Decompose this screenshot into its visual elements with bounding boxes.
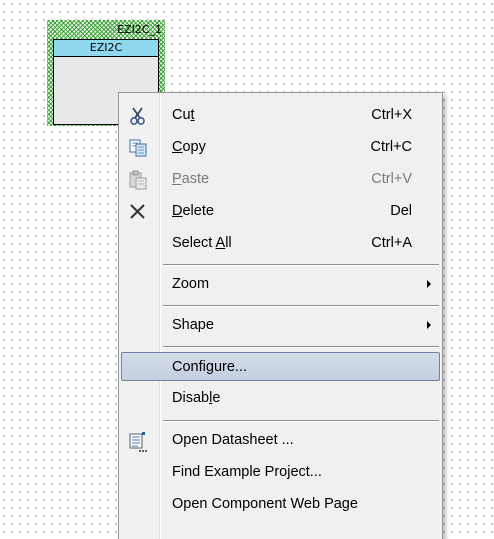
- menu-item-shortcut: Ctrl+V: [371, 171, 412, 187]
- menu-separator: [163, 420, 439, 422]
- menu-item-shortcut: Ctrl+A: [371, 235, 412, 251]
- component-title: EZI2C: [54, 40, 158, 57]
- menu-item-label: Configure...: [172, 359, 247, 375]
- menu-item-paste[interactable]: Paste Ctrl+V: [121, 165, 440, 194]
- submenu-arrow-icon: [427, 321, 431, 329]
- menu-item-configure[interactable]: Configure...: [121, 352, 440, 381]
- menu-item-label: Shape: [172, 317, 214, 333]
- copy-icon: [128, 138, 148, 158]
- submenu-arrow-icon: [427, 280, 431, 288]
- menu-item-label: Disable: [172, 390, 221, 406]
- delete-x-icon: [128, 202, 148, 222]
- menu-item-open-component-web-page[interactable]: Open Component Web Page: [121, 490, 440, 519]
- schematic-canvas[interactable]: { "component": { "instance_name": "EZI2C…: [0, 0, 494, 539]
- menu-item-open-datasheet[interactable]: Open Datasheet ...: [121, 426, 440, 455]
- menu-item-cut[interactable]: Cut Ctrl+X: [121, 101, 440, 130]
- menu-item-find-example-project[interactable]: Find Example Project...: [121, 458, 440, 487]
- scissors-icon: [128, 106, 148, 126]
- menu-item-label: Delete: [172, 203, 214, 219]
- menu-item-shortcut: Del: [390, 203, 412, 219]
- menu-item-zoom[interactable]: Zoom: [121, 270, 440, 299]
- menu-item-copy[interactable]: Copy Ctrl+C: [121, 133, 440, 162]
- menu-item-shape[interactable]: Shape: [121, 311, 440, 340]
- menu-separator: [163, 264, 439, 266]
- menu-item-disable[interactable]: Disable: [121, 384, 440, 413]
- menu-separator: [163, 346, 439, 348]
- component-instance-name: EZI2C_1: [117, 23, 162, 36]
- menu-item-label: Paste: [172, 171, 210, 187]
- datasheet-icon: [128, 431, 148, 452]
- paste-icon: [128, 170, 148, 190]
- menu-item-label: Copy: [172, 139, 206, 155]
- menu-item-select-all[interactable]: Select All Ctrl+A: [121, 229, 440, 258]
- menu-separator: [163, 305, 439, 307]
- menu-item-shortcut: Ctrl+C: [370, 139, 413, 155]
- menu-item-label: Cut: [172, 107, 195, 123]
- menu-item-label: Open Component Web Page: [172, 496, 358, 512]
- menu-item-label: Select All: [172, 235, 232, 251]
- menu-item-label: Open Datasheet ...: [172, 432, 294, 448]
- menu-item-label: Zoom: [172, 276, 210, 292]
- menu-item-shortcut: Ctrl+X: [371, 107, 412, 123]
- context-menu: Cut Ctrl+X Copy Ctrl+C Paste Ctrl+V Dele…: [118, 92, 443, 539]
- menu-item-label: Find Example Project...: [172, 464, 322, 480]
- menu-item-delete[interactable]: Delete Del: [121, 197, 440, 226]
